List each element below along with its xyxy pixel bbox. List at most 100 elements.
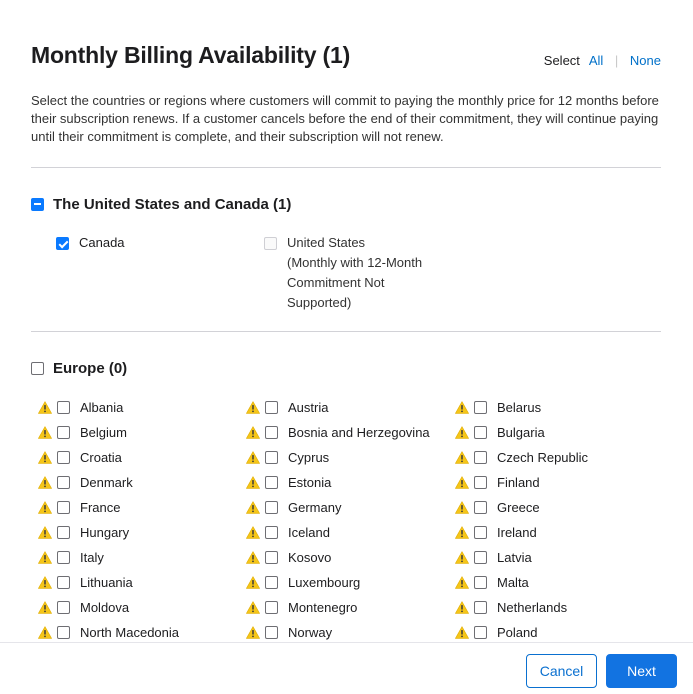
- country-item: Cyprus: [246, 449, 329, 465]
- dialog-content[interactable]: Monthly Billing Availability (1) Select …: [0, 0, 693, 642]
- warning-icon: [38, 600, 52, 614]
- country-label: Greece: [497, 499, 540, 515]
- country-checkbox[interactable]: [57, 550, 70, 564]
- country-checkbox[interactable]: [474, 425, 487, 439]
- country-label: Luxembourg: [288, 574, 361, 590]
- warning-icon: [38, 475, 52, 489]
- country-label: Estonia: [288, 474, 332, 490]
- country-checkbox[interactable]: [474, 550, 487, 564]
- next-button[interactable]: Next: [606, 654, 677, 688]
- country-label: Kosovo: [288, 549, 332, 565]
- warning-icon: [455, 475, 469, 489]
- country-checkbox[interactable]: [57, 625, 70, 639]
- country-checkbox[interactable]: [57, 525, 70, 539]
- country-item: France: [38, 499, 120, 515]
- warning-icon: [38, 575, 52, 589]
- country-item: Denmark: [38, 474, 133, 490]
- country-item: Hungary: [38, 524, 129, 540]
- country-label: Denmark: [80, 474, 133, 490]
- country-label: Italy: [80, 549, 104, 565]
- country-item: Belgium: [38, 424, 127, 440]
- country-item: Croatia: [38, 449, 122, 465]
- warning-icon: [246, 575, 260, 589]
- warning-icon: [246, 450, 260, 464]
- divider: [31, 167, 661, 168]
- warning-icon: [455, 425, 469, 439]
- country-checkbox[interactable]: [474, 525, 487, 539]
- country-checkbox[interactable]: [265, 550, 278, 564]
- select-none-link[interactable]: None: [630, 53, 661, 68]
- country-label: Finland: [497, 474, 540, 490]
- warning-icon: [455, 600, 469, 614]
- country-item: Malta: [455, 574, 529, 590]
- country-item: Estonia: [246, 474, 331, 490]
- warning-icon: [246, 550, 260, 564]
- warning-icon: [455, 550, 469, 564]
- country-item: Bosnia and Herzegovina: [246, 424, 430, 440]
- country-checkbox[interactable]: [265, 625, 278, 639]
- country-label: Albania: [80, 399, 124, 415]
- monthly-billing-dialog: Monthly Billing Availability (1) Select …: [0, 0, 693, 694]
- country-item: Netherlands: [455, 599, 567, 615]
- dialog-footer: Cancel Next: [0, 642, 693, 694]
- country-item: Latvia: [455, 549, 532, 565]
- group-header-europe: Europe (0): [31, 359, 127, 377]
- country-item: Poland: [455, 624, 537, 640]
- country-item: Germany: [246, 499, 341, 515]
- country-checkbox[interactable]: [265, 600, 278, 614]
- warning-icon: [246, 500, 260, 514]
- country-checkbox[interactable]: [57, 425, 70, 439]
- country-checkbox[interactable]: [265, 500, 278, 514]
- country-checkbox[interactable]: [265, 425, 278, 439]
- country-checkbox[interactable]: [57, 475, 70, 489]
- country-label: Netherlands: [497, 599, 568, 615]
- country-checkbox[interactable]: [265, 400, 278, 414]
- country-label: Germany: [288, 499, 342, 515]
- divider: [31, 331, 661, 332]
- country-label: Iceland: [288, 524, 330, 540]
- country-checkbox[interactable]: [57, 600, 70, 614]
- group-checkbox-us-canada[interactable]: [31, 197, 44, 211]
- group-header-us-canada: The United States and Canada (1): [31, 195, 291, 213]
- country-label: Canada: [79, 235, 125, 250]
- country-checkbox[interactable]: [265, 450, 278, 464]
- country-item: Montenegro: [246, 599, 357, 615]
- country-checkbox[interactable]: [474, 400, 487, 414]
- warning-icon: [38, 525, 52, 539]
- country-checkbox[interactable]: [57, 500, 70, 514]
- group-checkbox-europe[interactable]: [31, 361, 44, 375]
- dialog-title: Monthly Billing Availability (1): [31, 42, 351, 68]
- country-checkbox[interactable]: [265, 575, 278, 589]
- country-checkbox[interactable]: [474, 500, 487, 514]
- country-item: North Macedonia: [38, 624, 179, 640]
- country-label: Malta: [497, 574, 529, 590]
- country-item: Moldova: [38, 599, 129, 615]
- warning-icon: [455, 625, 469, 639]
- country-checkbox[interactable]: [474, 475, 487, 489]
- warning-icon: [455, 575, 469, 589]
- country-checkbox-canada[interactable]: [56, 237, 69, 250]
- country-checkbox[interactable]: [265, 475, 278, 489]
- country-checkbox[interactable]: [474, 625, 487, 639]
- country-item: Belarus: [455, 399, 541, 415]
- country-checkbox[interactable]: [265, 525, 278, 539]
- country-checkbox[interactable]: [474, 450, 487, 464]
- country-label: Belarus: [497, 399, 542, 415]
- country-checkbox[interactable]: [474, 600, 487, 614]
- country-item: Finland: [455, 474, 540, 490]
- group-title-europe: Europe (0): [53, 359, 128, 377]
- country-checkbox[interactable]: [57, 450, 70, 464]
- country-checkbox[interactable]: [474, 575, 487, 589]
- select-all-link[interactable]: All: [589, 53, 603, 68]
- country-label: Bosnia and Herzegovina: [288, 424, 430, 440]
- warning-icon: [455, 450, 469, 464]
- select-separator: |: [614, 53, 619, 68]
- country-checkbox[interactable]: [57, 575, 70, 589]
- country-checkbox[interactable]: [57, 400, 70, 414]
- country-item: Iceland: [246, 524, 330, 540]
- warning-icon: [455, 400, 469, 414]
- country-label: Bulgaria: [497, 424, 545, 440]
- warning-icon: [246, 425, 260, 439]
- dialog-header: Monthly Billing Availability (1) Select …: [31, 42, 661, 74]
- cancel-button[interactable]: Cancel: [526, 654, 597, 688]
